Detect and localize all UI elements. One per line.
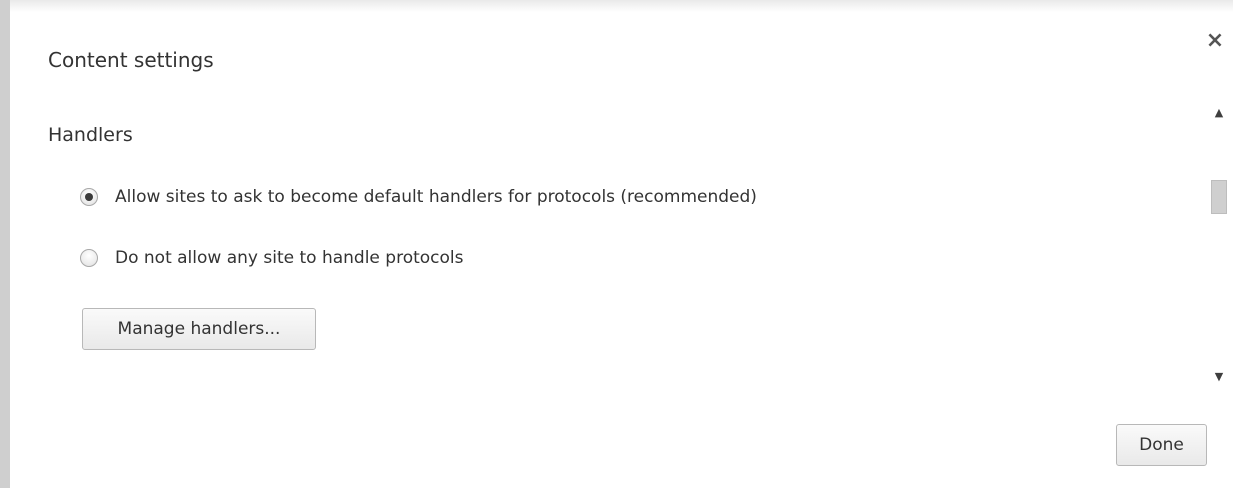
content-settings-dialog: Content settings × Handlers Allow sites …: [10, 12, 1233, 488]
radio-label-disallow: Do not allow any site to handle protocol…: [115, 248, 464, 268]
scroll-up-arrow-icon[interactable]: ▲: [1208, 104, 1230, 122]
page: Content settings × Handlers Allow sites …: [0, 0, 1233, 488]
radio-button-unselected[interactable]: [80, 249, 98, 267]
vertical-scrollbar[interactable]: ▲ ▼: [1208, 100, 1230, 392]
window-top-shadow: [10, 0, 1233, 12]
window-left-edge: [0, 0, 10, 488]
radio-label-allow: Allow sites to ask to become default han…: [115, 187, 757, 207]
section-title-handlers: Handlers: [48, 124, 133, 146]
scroll-down-arrow-icon[interactable]: ▼: [1208, 368, 1230, 386]
done-button[interactable]: Done: [1116, 424, 1207, 466]
dialog-title: Content settings: [48, 48, 214, 72]
scroll-track[interactable]: [1211, 124, 1227, 364]
radio-option-allow[interactable]: Allow sites to ask to become default han…: [80, 187, 757, 207]
scroll-thumb[interactable]: [1211, 180, 1227, 214]
manage-handlers-button[interactable]: Manage handlers...: [82, 308, 316, 350]
radio-button-selected[interactable]: [80, 188, 98, 206]
close-icon[interactable]: ×: [1204, 30, 1226, 52]
radio-option-disallow[interactable]: Do not allow any site to handle protocol…: [80, 248, 464, 268]
